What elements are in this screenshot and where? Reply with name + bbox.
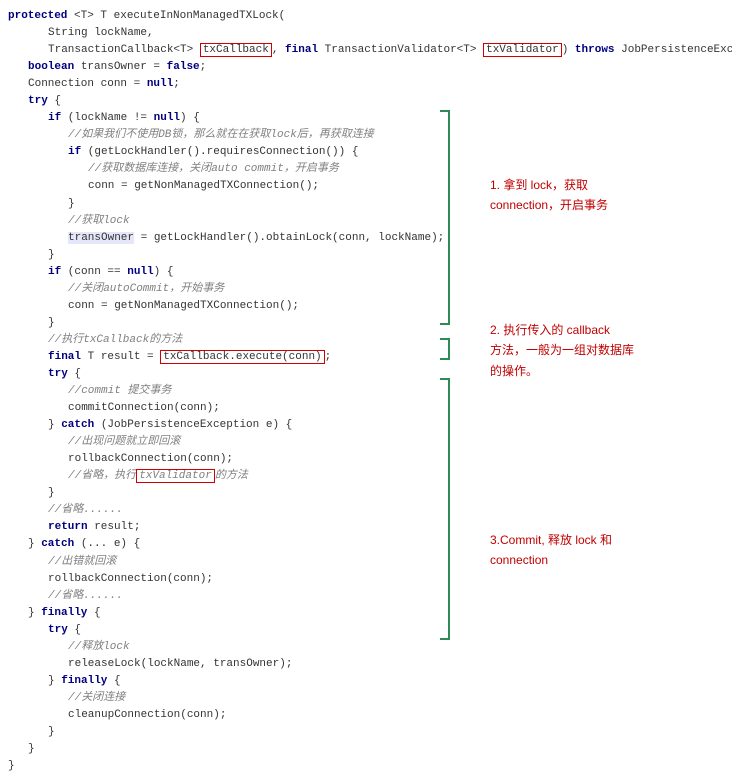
- kw-final: final: [285, 44, 318, 56]
- annotation-3: 3.Commit, 释放 lock 和 connection: [490, 530, 612, 571]
- t19: }: [48, 317, 55, 329]
- t36a: }: [28, 607, 41, 619]
- kw-catch2: catch: [41, 538, 74, 550]
- t03c: ,: [272, 44, 285, 56]
- hl-transOwner: transOwner: [68, 232, 134, 244]
- t03i: JobPersistenceException {: [615, 44, 732, 56]
- kw-boolean: boolean: [28, 61, 74, 73]
- t21b: T result =: [81, 351, 160, 363]
- cmt-38: //释放lock: [68, 641, 130, 653]
- t45: }: [8, 760, 15, 772]
- t07b: (lockName !=: [61, 112, 153, 124]
- t25a: }: [48, 419, 61, 431]
- t03a: TransactionCallback<T>: [48, 44, 200, 56]
- cmt-33: //出错就回滚: [48, 556, 116, 568]
- annotation-2-l3: 的操作。: [490, 364, 538, 378]
- t37b: {: [68, 624, 81, 636]
- t25c: (JobPersistenceException e) {: [94, 419, 292, 431]
- t16b: (conn ==: [61, 266, 127, 278]
- cmt-41: //关闭连接: [68, 692, 125, 704]
- kw-try2: try: [48, 368, 68, 380]
- cmt-35: //省略......: [48, 590, 123, 602]
- t39: releaseLock(lockName, transOwner);: [68, 658, 292, 670]
- t01b: <T> T executeInNonManagedTXLock(: [67, 10, 285, 22]
- t42: cleanupConnection(conn);: [68, 709, 226, 721]
- t06b: {: [48, 95, 61, 107]
- box-txValidator2: txValidator: [136, 469, 215, 483]
- cmt-26: //出现问题就立即回滚: [68, 436, 180, 448]
- kw-if2: if: [68, 146, 81, 158]
- t34: rollbackConnection(conn);: [48, 573, 213, 585]
- t32a: }: [28, 538, 41, 550]
- cmt-28a: //省略，执行: [68, 470, 136, 482]
- code-block: protected <T> T executeInNonManagedTXLoc…: [8, 8, 448, 775]
- annotation-1-l2: connection，开启事务: [490, 198, 608, 212]
- t27: rollbackConnection(conn);: [68, 453, 233, 465]
- t07d: ) {: [180, 112, 200, 124]
- t21d: ;: [325, 351, 332, 363]
- cmt-23: //commit 提交事务: [68, 385, 171, 397]
- annotation-3-l2: connection: [490, 553, 548, 567]
- cmt-13: //获取lock: [68, 215, 130, 227]
- kw-null2: null: [154, 112, 180, 124]
- t05c: ;: [173, 78, 180, 90]
- t15: }: [48, 249, 55, 261]
- cmt-17: //关闭autoCommit，开始事务: [68, 283, 224, 295]
- kw-if1: if: [48, 112, 61, 124]
- box-txValidator: txValidator: [483, 43, 562, 57]
- annotation-2: 2. 执行传入的 callback 方法，一般为一组对数据库 的操作。: [490, 320, 634, 381]
- t18: conn = getNonManagedTXConnection();: [68, 300, 299, 312]
- kw-try1: try: [28, 95, 48, 107]
- annotation-1: 1. 拿到 lock，获取 connection，开启事务: [490, 175, 608, 216]
- t16d: ) {: [154, 266, 174, 278]
- cmt-08: //如果我们不使用DB锁，那么就在在获取lock后，再获取连接: [68, 129, 374, 141]
- t43: }: [48, 726, 55, 738]
- kw-return: return: [48, 521, 88, 533]
- annotation-3-l1: 3.Commit, 释放 lock 和: [490, 533, 612, 547]
- kw-finally1: finally: [41, 607, 87, 619]
- annotation-1-l1: 1. 拿到 lock，获取: [490, 178, 588, 192]
- kw-protected: protected: [8, 10, 67, 22]
- t03g: ): [562, 44, 575, 56]
- t24: commitConnection(conn);: [68, 402, 220, 414]
- t22b: {: [68, 368, 81, 380]
- cmt-20: //执行txCallback的方法: [48, 334, 182, 346]
- annotation-2-l2: 方法，一般为一组对数据库: [490, 343, 634, 357]
- t12: }: [68, 198, 75, 210]
- t03e: TransactionValidator<T>: [318, 44, 483, 56]
- kw-null1: null: [147, 78, 173, 90]
- t05a: Connection conn =: [28, 78, 147, 90]
- t09b: (getLockHandler().requiresConnection()) …: [81, 146, 358, 158]
- kw-final2: final: [48, 351, 81, 363]
- t31b: result;: [88, 521, 141, 533]
- annotation-2-l1: 2. 执行传入的 callback: [490, 323, 610, 337]
- t29: }: [48, 487, 55, 499]
- cmt-30: //省略......: [48, 504, 123, 516]
- t44: }: [28, 743, 35, 755]
- cmt-28c: 的方法: [215, 470, 248, 482]
- kw-if3: if: [48, 266, 61, 278]
- t32c: (... e) {: [74, 538, 140, 550]
- kw-catch1: catch: [61, 419, 94, 431]
- box-txCallback: txCallback: [200, 43, 272, 57]
- box-execute: txCallback.execute(conn): [160, 350, 324, 364]
- t11: conn = getNonManagedTXConnection();: [88, 180, 319, 192]
- kw-false: false: [167, 61, 200, 73]
- t04d: ;: [200, 61, 207, 73]
- t14b: = getLockHandler().obtainLock(conn, lock…: [134, 232, 444, 244]
- t36c: {: [87, 607, 100, 619]
- t02: String lockName,: [48, 27, 154, 39]
- cmt-10: //获取数据库连接，关闭auto commit，开启事务: [88, 163, 339, 175]
- kw-throws: throws: [575, 44, 615, 56]
- kw-try3: try: [48, 624, 68, 636]
- kw-null3: null: [127, 266, 153, 278]
- t04b: transOwner =: [74, 61, 166, 73]
